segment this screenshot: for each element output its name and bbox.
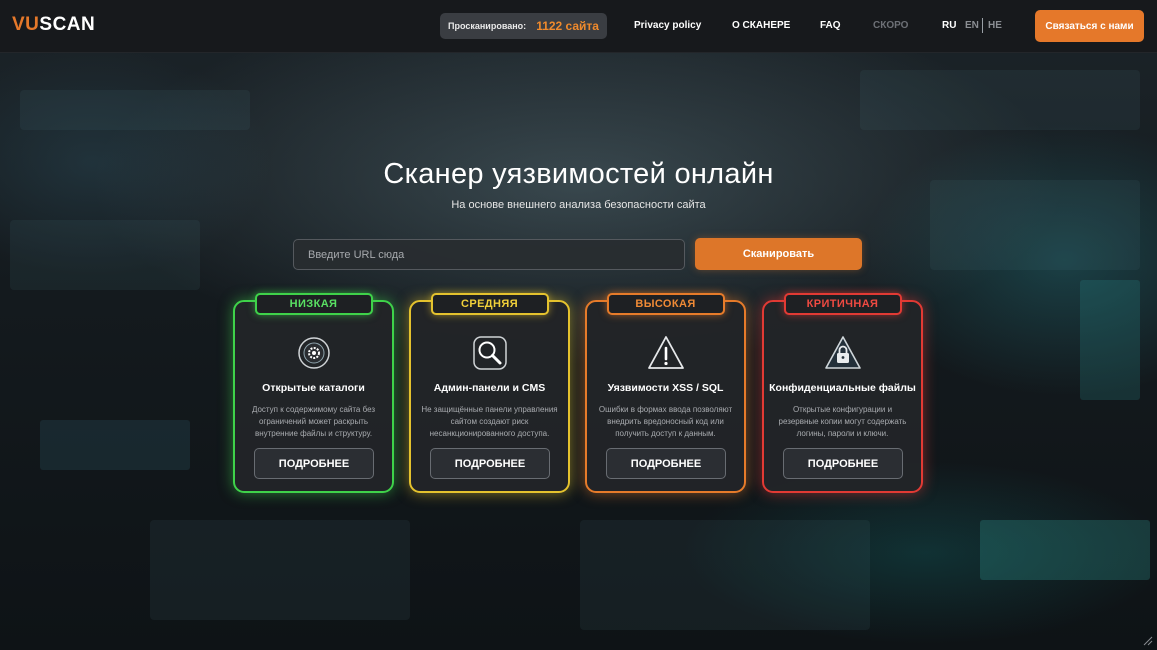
severity-badge: НИЗКАЯ	[254, 293, 373, 315]
contact-us-button[interactable]: Связаться с нами	[1035, 10, 1144, 42]
more-button-critical[interactable]: ПОДРОБНЕЕ	[783, 448, 903, 479]
scanned-sites-counter: Просканировано: 1122 сайта	[440, 13, 607, 39]
card-description: Ошибки в формах ввода позволяют внедрить…	[598, 405, 733, 438]
card-title: Админ-панели и CMS	[433, 382, 546, 394]
top-nav-bar: VUSCAN Просканировано: 1122 сайта Privac…	[0, 0, 1157, 53]
lang-en[interactable]: EN	[965, 20, 979, 31]
severity-card-high: ВЫСОКАЯ Уязвимости XSS / SQL Ошибки в фо…	[585, 293, 746, 493]
nav-coming-soon[interactable]: СКОРО	[873, 20, 908, 31]
severity-card-critical: КРИТИЧНАЯ Конфиденциальные файлы Открыты…	[762, 293, 923, 493]
magnifier-icon	[472, 336, 507, 370]
more-button-medium[interactable]: ПОДРОБНЕЕ	[430, 448, 550, 479]
more-button-high[interactable]: ПОДРОБНЕЕ	[606, 448, 726, 479]
severity-card-low: НИЗКАЯ Открытые каталоги Доступ к содерж…	[233, 293, 394, 493]
nav-privacy-policy[interactable]: Privacy policy	[634, 20, 701, 31]
severity-badge: ВЫСОКАЯ	[606, 293, 725, 315]
lang-he[interactable]: HE	[988, 20, 1002, 31]
page-subtitle: На основе внешнего анализа безопасности …	[451, 199, 706, 211]
lang-divider	[982, 18, 983, 33]
more-button-low[interactable]: ПОДРОБНЕЕ	[254, 448, 374, 479]
severity-badge: КРИТИЧНАЯ	[783, 293, 902, 315]
logo[interactable]: VUSCAN	[12, 14, 95, 36]
locked-warning-icon	[824, 336, 861, 369]
card-description: Не защищённые панели управления сайтом с…	[421, 405, 558, 438]
card-description: Открытые конфигурации и резервные копии …	[778, 405, 907, 438]
background-image	[0, 0, 1157, 650]
lang-ru[interactable]: RU	[942, 20, 956, 31]
url-input[interactable]	[293, 239, 685, 270]
card-title: Открытые каталоги	[262, 382, 365, 394]
scanned-count: 1122 сайта	[536, 19, 599, 33]
nav-faq[interactable]: FAQ	[820, 20, 841, 31]
resize-grip-icon[interactable]	[1141, 634, 1153, 646]
scanned-label: Просканировано:	[448, 21, 527, 31]
card-title: Конфиденциальные файлы	[769, 382, 916, 394]
card-description: Доступ к содержимому сайта без ограничен…	[251, 405, 376, 438]
page-title: Сканер уязвимостей онлайн	[383, 158, 774, 190]
warning-icon	[647, 336, 684, 369]
nav-about-scanner[interactable]: О СКАНЕРЕ	[732, 20, 790, 31]
severity-badge: СРЕДНЯЯ	[430, 293, 549, 315]
gear-icon	[297, 337, 330, 369]
card-title: Уязвимости XSS / SQL	[607, 382, 724, 394]
severity-card-medium: СРЕДНЯЯ Админ-панели и CMS Не защищённые…	[409, 293, 570, 493]
scan-button[interactable]: Сканировать	[695, 238, 862, 270]
